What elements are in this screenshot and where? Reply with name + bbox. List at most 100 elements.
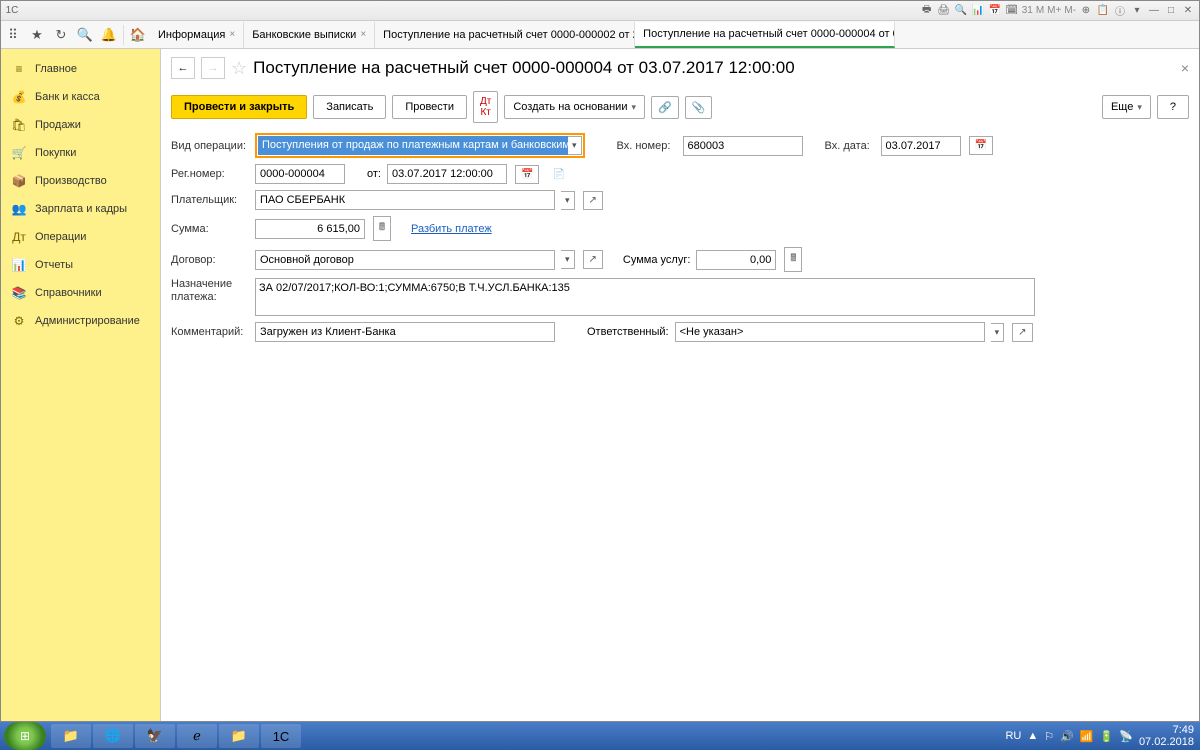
- help-button[interactable]: ?: [1157, 95, 1189, 119]
- open-icon[interactable]: ↗: [583, 191, 603, 210]
- sidebar-item-label: Операции: [35, 231, 86, 243]
- open-icon[interactable]: ↗: [1012, 323, 1032, 342]
- tray-wifi-icon[interactable]: 📡: [1119, 730, 1133, 743]
- sidebar-item-salary[interactable]: 👥Зарплата и кадры: [1, 195, 160, 223]
- people-icon: 👥: [11, 201, 27, 217]
- sidebar-item-admin[interactable]: ⚙Администрирование: [1, 307, 160, 335]
- tray-flag-icon[interactable]: ⚐: [1044, 730, 1054, 743]
- tab-info[interactable]: Информация×: [150, 22, 244, 48]
- from-date-input[interactable]: [387, 164, 507, 184]
- posted-icon[interactable]: 📄: [547, 166, 569, 183]
- taskbar-app[interactable]: 🌐: [93, 724, 133, 748]
- sidebar-item-purchases[interactable]: 🛒Покупки: [1, 139, 160, 167]
- post-button[interactable]: Провести: [392, 95, 467, 119]
- responsible-input[interactable]: [675, 322, 985, 342]
- write-button[interactable]: Записать: [313, 95, 386, 119]
- sidebar-item-main[interactable]: ≡Главное: [1, 55, 160, 83]
- calc-icon[interactable]: 🖩: [784, 247, 802, 272]
- sidebar-item-reports[interactable]: 📊Отчеты: [1, 251, 160, 279]
- dtkt-button[interactable]: ДтКт: [473, 91, 498, 123]
- op-type-label: Вид операции:: [171, 140, 249, 152]
- clock[interactable]: 7:49 07.02.2018: [1139, 724, 1194, 748]
- start-button[interactable]: ⊞: [4, 722, 46, 750]
- split-payment-link[interactable]: Разбить платеж: [411, 223, 492, 235]
- in-num-input[interactable]: [683, 136, 803, 156]
- search-icon[interactable]: 🔍: [73, 23, 97, 47]
- contract-input[interactable]: [255, 250, 555, 270]
- taskbar-app[interactable]: 📁: [51, 724, 91, 748]
- comment-input[interactable]: [255, 322, 555, 342]
- tab-doc4[interactable]: Поступление на расчетный счет 0000-00000…: [635, 22, 895, 48]
- taskbar-app[interactable]: ℯ: [177, 724, 217, 748]
- tb-day-icon[interactable]: 31: [1022, 5, 1033, 16]
- tb-mminus-icon[interactable]: M-: [1064, 5, 1076, 16]
- sidebar-item-catalogs[interactable]: 📚Справочники: [1, 279, 160, 307]
- open-icon[interactable]: ↗: [583, 250, 603, 269]
- window-close-icon[interactable]: ✕: [1181, 4, 1195, 18]
- bank-icon: 💰: [11, 89, 27, 105]
- bell-icon[interactable]: 🔔: [97, 23, 121, 47]
- op-type-field[interactable]: Поступления от продаж по платежным карта…: [255, 133, 585, 158]
- taskbar: ⊞ 📁 🌐 🦅 ℯ 📁 1С RU ▲ ⚐ 🔊 📶 🔋 📡 7:49 07.02…: [0, 722, 1200, 750]
- nav-fwd-icon[interactable]: →: [201, 57, 225, 79]
- sidebar-item-label: Главное: [35, 63, 77, 75]
- calendar-icon[interactable]: 📅: [515, 165, 539, 184]
- apps-icon[interactable]: ⠿: [1, 23, 25, 47]
- tray-volume-icon[interactable]: 🔊: [1060, 730, 1074, 743]
- close-doc-icon[interactable]: ×: [1181, 60, 1189, 76]
- tb-search-icon[interactable]: 🔍: [954, 4, 968, 18]
- tab-close-icon[interactable]: ×: [360, 29, 366, 40]
- sidebar-item-production[interactable]: 📦Производство: [1, 167, 160, 195]
- tray-up-icon[interactable]: ▲: [1027, 730, 1038, 742]
- services-sum-input[interactable]: [696, 250, 776, 270]
- link-button[interactable]: 🔗: [651, 96, 679, 119]
- tb-mplus-icon[interactable]: M+: [1047, 5, 1061, 16]
- create-based-button[interactable]: Создать на основании: [504, 95, 645, 119]
- sidebar-item-operations[interactable]: ДтОперации: [1, 223, 160, 251]
- history-icon[interactable]: ↻: [49, 23, 73, 47]
- tray-network-icon[interactable]: 📶: [1080, 730, 1094, 743]
- sum-input[interactable]: [255, 219, 365, 239]
- tb-print-icon[interactable]: 🖶: [920, 4, 934, 18]
- tb-link-icon[interactable]: 📊: [971, 4, 985, 18]
- tb-cal2-icon[interactable]: 🗓: [1005, 4, 1019, 18]
- tb-calc-icon[interactable]: 📋: [1096, 4, 1110, 18]
- tb-m-icon[interactable]: M: [1036, 5, 1044, 16]
- reg-num-input[interactable]: [255, 164, 345, 184]
- taskbar-app[interactable]: 🦅: [135, 724, 175, 748]
- chevron-down-icon[interactable]: ▾: [561, 191, 575, 210]
- tb-printer-icon[interactable]: 🖨: [937, 4, 951, 18]
- home-icon[interactable]: 🏠: [126, 23, 150, 47]
- tb-drop-icon[interactable]: ▾: [1130, 4, 1144, 18]
- chevron-down-icon[interactable]: ▾: [991, 323, 1005, 342]
- tab-bank[interactable]: Банковские выписки×: [244, 22, 375, 48]
- purpose-textarea[interactable]: [255, 278, 1035, 316]
- in-date-input[interactable]: [881, 136, 961, 156]
- tab-doc2[interactable]: Поступление на расчетный счет 0000-00000…: [375, 22, 635, 48]
- tb-zoom-icon[interactable]: ⊕: [1079, 4, 1093, 18]
- tb-cal-icon[interactable]: 📅: [988, 4, 1002, 18]
- payer-input[interactable]: [255, 190, 555, 210]
- page-title: Поступление на расчетный счет 0000-00000…: [253, 58, 795, 78]
- calc-icon[interactable]: 🖩: [373, 216, 391, 241]
- lang-indicator[interactable]: RU: [1005, 730, 1021, 742]
- more-button[interactable]: Еще: [1102, 95, 1151, 119]
- window-max-icon[interactable]: □: [1164, 4, 1178, 18]
- tab-close-icon[interactable]: ×: [229, 29, 235, 40]
- star-icon[interactable]: ★: [25, 23, 49, 47]
- calendar-icon[interactable]: 📅: [969, 136, 993, 155]
- sidebar-item-bank[interactable]: 💰Банк и касса: [1, 83, 160, 111]
- chevron-down-icon[interactable]: ▾: [561, 250, 575, 269]
- sidebar-item-label: Отчеты: [35, 259, 73, 271]
- tray-battery-icon[interactable]: 🔋: [1100, 730, 1114, 743]
- sidebar-item-sales[interactable]: 🛍Продажи: [1, 111, 160, 139]
- window-min-icon[interactable]: —: [1147, 4, 1161, 18]
- taskbar-app[interactable]: 1С: [261, 724, 301, 748]
- taskbar-app[interactable]: 📁: [219, 724, 259, 748]
- attach-button[interactable]: 📎: [685, 96, 713, 119]
- post-close-button[interactable]: Провести и закрыть: [171, 95, 307, 119]
- tb-info-icon[interactable]: ⓘ: [1113, 4, 1127, 18]
- chevron-down-icon[interactable]: ▾: [568, 136, 582, 155]
- nav-back-icon[interactable]: ←: [171, 57, 195, 79]
- favorite-star-icon[interactable]: ☆: [231, 58, 247, 79]
